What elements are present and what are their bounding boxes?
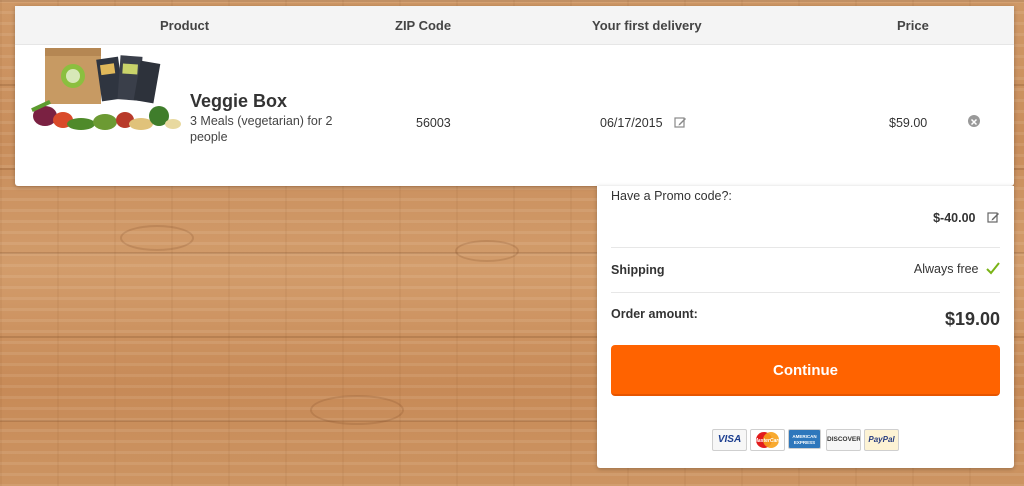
promo-code-label[interactable]: Have a Promo code?:	[611, 189, 732, 203]
shipping-value: Always free	[914, 262, 1000, 276]
promo-discount-value: $-40.00	[933, 211, 976, 225]
paypal-logo: PayPal	[864, 429, 899, 451]
header-product: Product	[160, 18, 210, 33]
table-header: Product ZIP Code Your first delivery Pri…	[15, 6, 1014, 45]
delivery-date-value: 06/17/2015	[600, 116, 663, 130]
discover-logo: DISCOVER	[826, 429, 861, 451]
wood-knot	[310, 395, 404, 425]
remove-item-button[interactable]	[968, 115, 980, 127]
continue-button[interactable]: Continue	[611, 345, 1000, 396]
wood-knot	[455, 240, 519, 262]
shipping-label: Shipping	[611, 263, 665, 277]
edit-icon[interactable]	[674, 116, 687, 132]
mastercard-text: MasterCard	[753, 438, 782, 444]
product-description: 3 Meals (vegetarian) for 2 people	[190, 114, 333, 144]
wood-knot	[120, 225, 194, 251]
price-value: $59.00	[889, 116, 928, 130]
zip-code-value: 56003	[416, 116, 451, 130]
header-zip-code: ZIP Code	[395, 18, 452, 33]
divider	[611, 292, 1000, 293]
shipping-value-text: Always free	[913, 262, 979, 276]
product-name: Veggie Box	[190, 91, 288, 111]
checkmark-icon	[986, 262, 1000, 275]
promo-discount: $-40.00	[933, 211, 1000, 227]
delivery-date: 06/17/2015	[600, 116, 687, 132]
edit-icon[interactable]	[987, 211, 1000, 227]
order-amount-label: Order amount:	[611, 307, 698, 321]
cart-table: Product ZIP Code Your first delivery Pri…	[15, 6, 1014, 186]
product-image	[23, 44, 183, 134]
visa-logo: VISA	[712, 429, 747, 451]
header-price: Price	[897, 18, 929, 33]
amex-logo: AMERICAN EXPRESS	[788, 429, 821, 449]
divider	[611, 247, 1000, 248]
header-first-delivery: Your first delivery	[592, 18, 702, 33]
order-summary: Have a Promo code?: $-40.00 Shipping Alw…	[597, 186, 1014, 468]
mastercard-logo: MasterCard	[750, 429, 785, 451]
remove-icon	[970, 118, 978, 126]
order-amount-value: $19.00	[944, 309, 1000, 329]
